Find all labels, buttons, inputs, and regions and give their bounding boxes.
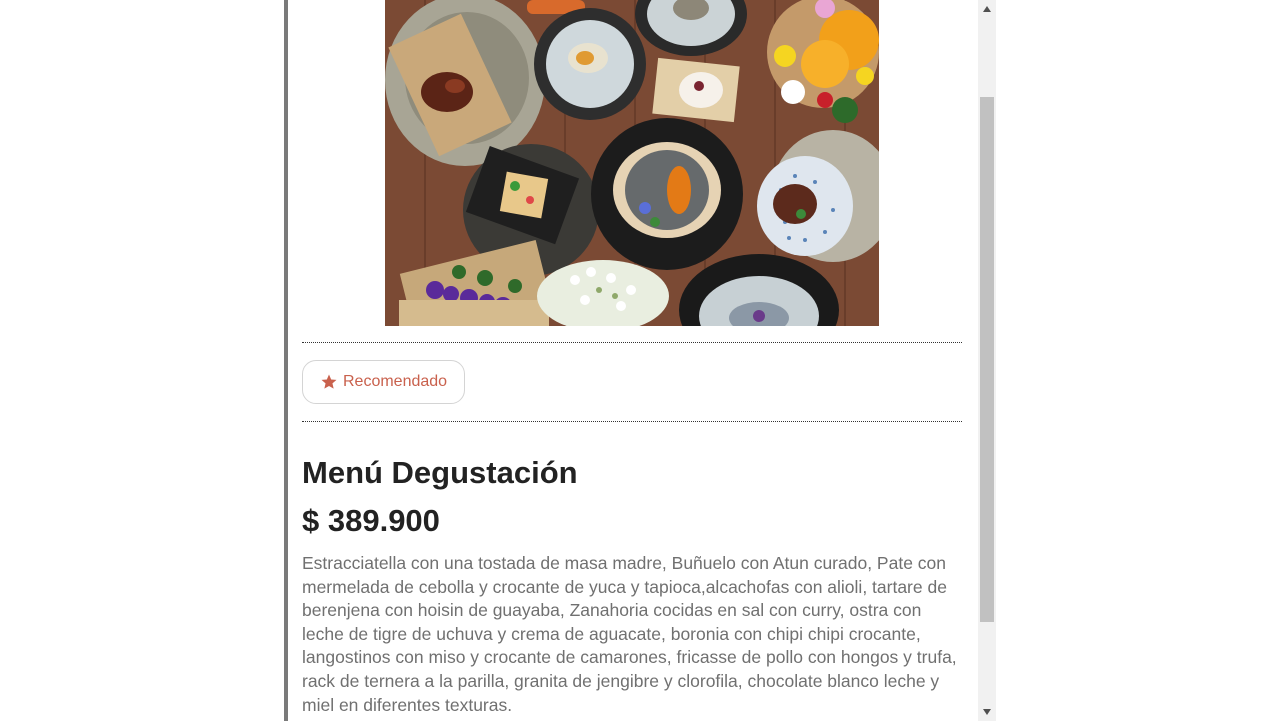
badge-label: Recomendado xyxy=(343,373,448,390)
vertical-scrollbar[interactable] xyxy=(978,0,996,721)
product-photo xyxy=(385,0,879,326)
triangle-down-icon xyxy=(983,709,991,715)
modal-content: Recomendado Menú Degustación $ 389.900 E… xyxy=(302,0,962,721)
recommended-badge[interactable]: Recomendado xyxy=(302,360,466,404)
scroll-up-button[interactable] xyxy=(978,0,996,18)
product-price: $ 389.900 xyxy=(302,503,440,538)
product-detail-modal: Recomendado Menú Degustación $ 389.900 E… xyxy=(284,0,996,721)
divider xyxy=(302,342,962,343)
scroll-down-button[interactable] xyxy=(978,703,996,721)
star-icon xyxy=(320,373,338,391)
modal-edge xyxy=(284,0,288,721)
divider xyxy=(302,421,962,422)
product-name: Menú Degustación xyxy=(302,455,578,490)
product-description: Estracciatella con una tostada de masa m… xyxy=(302,553,957,715)
food-photo-illustration xyxy=(385,0,879,326)
triangle-up-icon xyxy=(983,6,991,12)
scrollbar-thumb[interactable] xyxy=(980,97,994,622)
